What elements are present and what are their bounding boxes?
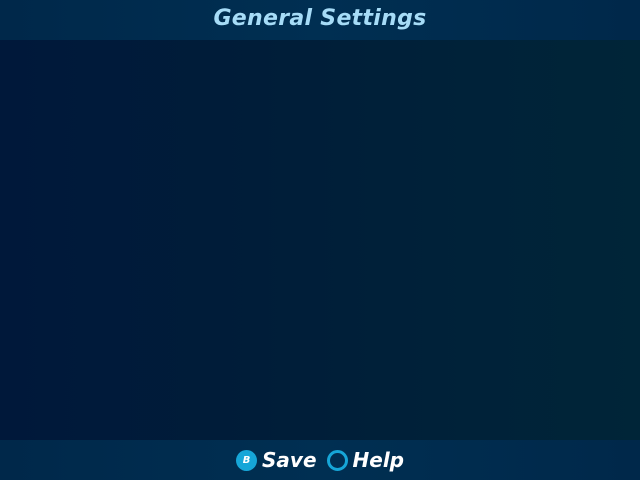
help-label: Help	[352, 448, 404, 472]
save-button[interactable]: B Save	[236, 448, 317, 472]
help-button[interactable]: Help	[326, 448, 404, 472]
button-hint-bar: B Save Help	[0, 440, 640, 480]
settings-screen: General Settings B Save Help	[0, 0, 640, 480]
circle-button-icon	[326, 449, 348, 471]
save-label: Save	[262, 448, 317, 472]
title-bar: General Settings	[0, 0, 640, 40]
b-button-icon: B	[236, 449, 257, 471]
page-title: General Settings	[213, 6, 427, 31]
settings-content-area	[0, 40, 640, 440]
